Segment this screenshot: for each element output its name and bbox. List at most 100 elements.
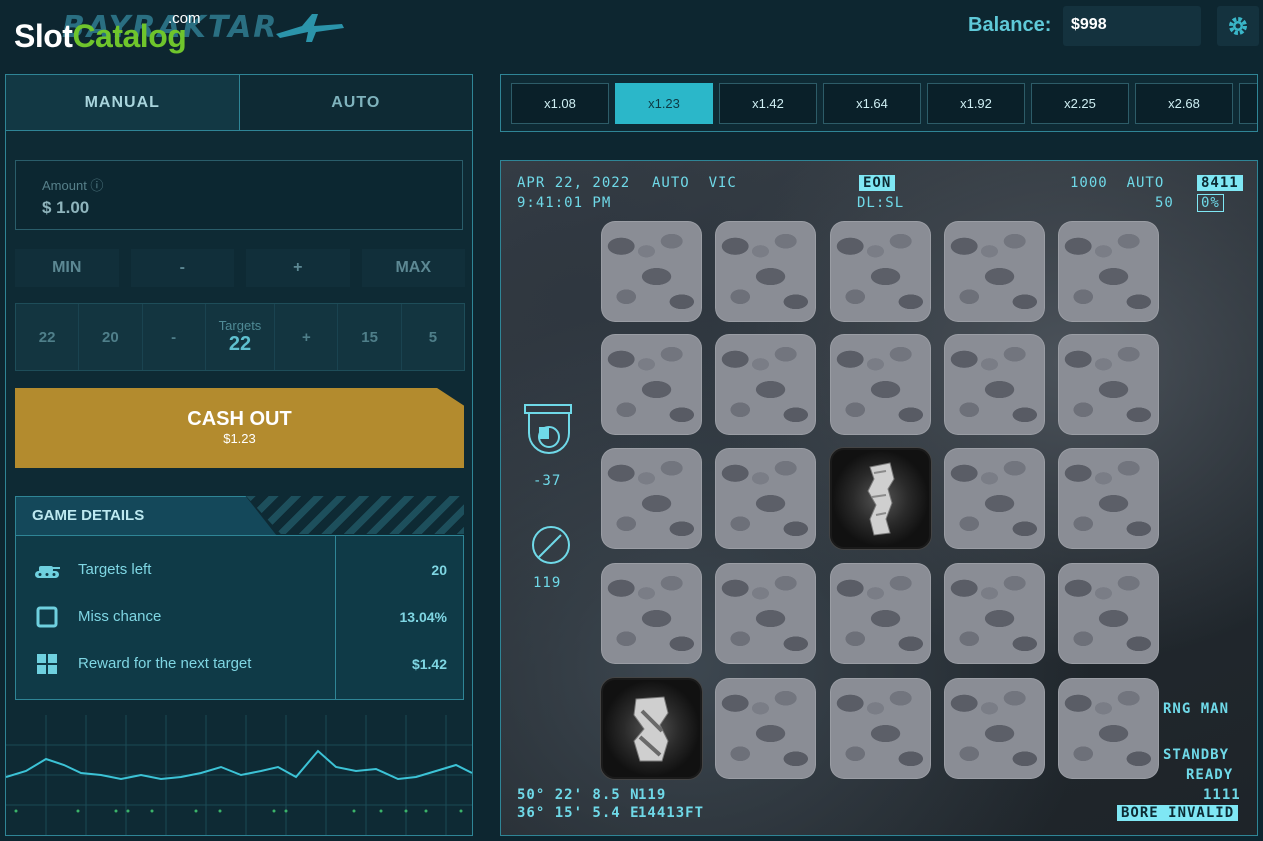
mode-tabs: MANUAL AUTO (6, 75, 472, 131)
detail-row-reward: Reward for the next target (16, 640, 335, 687)
destroyed-target-icon (632, 695, 669, 761)
tile-r1-c3[interactable] (944, 334, 1045, 435)
hud-alt-b: 14413FT (638, 805, 705, 821)
balance-value: $998 (1063, 6, 1201, 46)
tile-r3-c2[interactable] (830, 563, 931, 664)
targets-selector: 22 20 - Targets 22 + 15 5 (15, 303, 465, 371)
detail-row-targets-left: Targets left (16, 546, 335, 593)
multiplier-x1.92: x1.92 (927, 83, 1025, 124)
targets-display: Targets 22 (206, 304, 276, 370)
bet-adjust-row: MIN - + MAX (15, 249, 465, 287)
game-board: APR 22, 2022 9:41:01 PM AUTO VIC EON DL:… (500, 160, 1258, 836)
detail-value-miss-chance: 13.04% (399, 608, 447, 625)
tile-r4-c3[interactable] (944, 678, 1045, 779)
amount-label: Amount ⓘ (42, 178, 104, 193)
decorative-stripes (246, 496, 464, 534)
compass-icon (532, 526, 570, 564)
amount-field[interactable]: Amount ⓘ $ 1.00 (15, 160, 463, 230)
tile-r4-c2[interactable] (830, 678, 931, 779)
tile-r3-c3[interactable] (944, 563, 1045, 664)
gauge-tilt-value: -37 (533, 473, 562, 489)
tile-r2-c3[interactable] (944, 448, 1045, 549)
multiplier-x2.68: x2.68 (1135, 83, 1233, 124)
hud-date: APR 22, 2022 (517, 175, 631, 191)
hud-dlsl: DL:SL (857, 195, 905, 211)
slotcatalog-watermark: SlotCatalog (14, 18, 187, 54)
targets-preset-20[interactable]: 20 (79, 304, 143, 370)
hud-code: 1111 (1203, 787, 1241, 803)
hud-latitude: 50° 22' 8.5 N (517, 787, 640, 803)
hud-longitude: 36° 15' 5.4 E (517, 805, 640, 821)
multiplier-next-partial (1239, 83, 1257, 124)
increase-button[interactable]: + (246, 249, 350, 287)
tile-r1-c4[interactable] (1058, 334, 1159, 435)
tile-r0-c3[interactable] (944, 221, 1045, 322)
hud-right-top: 1000 AUTO (1070, 175, 1165, 191)
tile-r2-c2-destroyed (830, 448, 931, 549)
game-details-panel: Targets left Miss chance Reward for the … (15, 535, 464, 700)
detail-row-miss-chance: Miss chance (16, 593, 335, 640)
tile-r2-c4[interactable] (1058, 448, 1159, 549)
cash-out-label: CASH OUT (187, 408, 292, 430)
tab-manual[interactable]: MANUAL (6, 75, 240, 131)
targets-increase-button[interactable]: + (275, 304, 339, 370)
detail-label-reward: Reward for the next target (78, 655, 252, 672)
tile-r0-c4[interactable] (1058, 221, 1159, 322)
hud-time: 9:41:01 PM (517, 195, 612, 211)
tile-r1-c2[interactable] (830, 334, 931, 435)
tile-r4-c0-destroyed (601, 678, 702, 779)
tab-auto[interactable]: AUTO (239, 75, 472, 131)
tile-r0-c0[interactable] (601, 221, 702, 322)
radar-graph (6, 715, 472, 835)
tile-r0-c2[interactable] (830, 221, 931, 322)
camera-tilt-icon (524, 404, 572, 454)
hud-ready: READY (1186, 767, 1234, 783)
amount-value[interactable]: $ 1.00 (42, 198, 436, 218)
hud-eon-badge: EON (859, 175, 896, 191)
targets-preset-5[interactable]: 5 (402, 304, 464, 370)
hud-box-bottom: 0% (1197, 194, 1224, 212)
balance-label: Balance: (968, 14, 1052, 36)
targets-preset-22[interactable]: 22 (16, 304, 80, 370)
decrease-button[interactable]: - (130, 249, 234, 287)
gauge-heading-value: 119 (533, 575, 562, 591)
min-button[interactable]: MIN (15, 249, 119, 287)
detail-label-targets-left: Targets left (78, 561, 152, 578)
gear-icon (1229, 17, 1247, 35)
multiplier-strip[interactable]: x1.08 x1.23 x1.42 x1.64 x1.92 x2.25 x2.6… (500, 74, 1258, 132)
targets-label: Targets (218, 318, 262, 333)
tile-r0-c1[interactable] (715, 221, 816, 322)
detail-value-reward: $1.42 (411, 655, 447, 672)
hud-mode: AUTO VIC (652, 175, 737, 191)
hud-standby: STANDBY (1163, 747, 1230, 763)
targets-value: 22 (228, 333, 252, 355)
square-icon (16, 606, 78, 628)
watermark-dotcom: .com (168, 10, 201, 27)
header: BAYRAKTAR SlotCatalog .com Balance: $998 (0, 0, 1263, 54)
tank-icon (16, 560, 78, 580)
hud-box-top: 8411 (1197, 175, 1243, 191)
multiplier-x1.64: x1.64 (823, 83, 921, 124)
bet-panel: MANUAL AUTO Amount ⓘ $ 1.00 MIN - + MAX … (5, 74, 473, 836)
max-button[interactable]: MAX (361, 249, 465, 287)
tile-r2-c1[interactable] (715, 448, 816, 549)
tile-r2-c0[interactable] (601, 448, 702, 549)
targets-decrease-button[interactable]: - (143, 304, 206, 370)
settings-button[interactable] (1217, 6, 1259, 46)
tile-r1-c0[interactable] (601, 334, 702, 435)
targets-preset-15[interactable]: 15 (338, 304, 402, 370)
tile-r4-c4[interactable] (1058, 678, 1159, 779)
cash-out-button[interactable]: CASH OUT $1.23 (15, 388, 464, 468)
hud-alt-a: 119 (638, 787, 667, 803)
tile-r3-c0[interactable] (601, 563, 702, 664)
destroyed-target-icon (866, 461, 895, 536)
tile-r3-c1[interactable] (715, 563, 816, 664)
hud-bore-invalid: BORE INVALID (1117, 805, 1239, 821)
tile-r1-c1[interactable] (715, 334, 816, 435)
tile-r3-c4[interactable] (1058, 563, 1159, 664)
tile-r4-c1[interactable] (715, 678, 816, 779)
multiplier-x1.08: x1.08 (511, 83, 609, 124)
detail-label-miss-chance: Miss chance (78, 608, 162, 625)
multiplier-x1.42: x1.42 (719, 83, 817, 124)
drone-icon (276, 14, 344, 42)
